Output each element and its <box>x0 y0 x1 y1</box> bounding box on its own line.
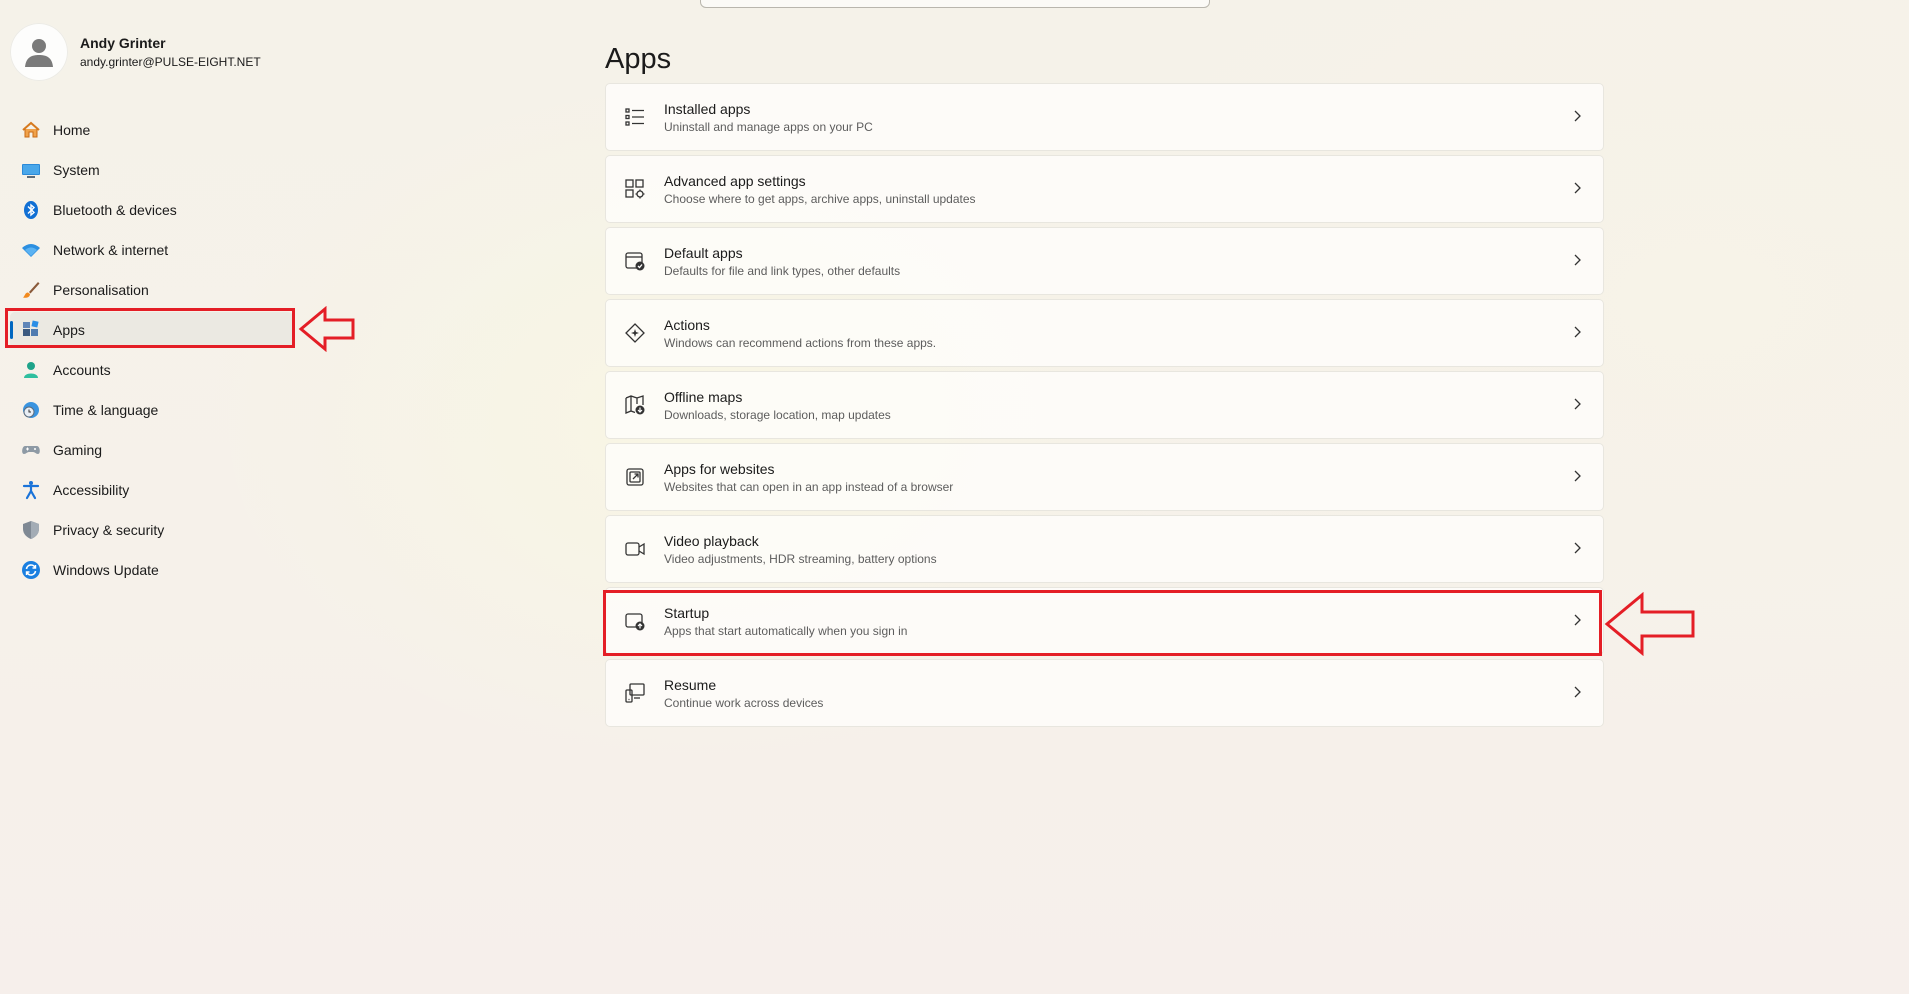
display-icon <box>20 159 42 181</box>
startup-card[interactable]: Startup Apps that start automatically wh… <box>605 587 1604 655</box>
sidebar-item-label: Privacy & security <box>53 522 165 538</box>
installed-apps-card[interactable]: Installed apps Uninstall and manage apps… <box>605 83 1604 151</box>
card-title: Apps for websites <box>664 460 775 477</box>
settings-list: Installed apps Uninstall and manage apps… <box>605 83 1604 731</box>
accessibility-icon <box>20 479 42 501</box>
annotation-arrow-icon <box>1604 592 1695 656</box>
sidebar-item-label: Personalisation <box>53 282 149 298</box>
gamepad-icon <box>20 439 42 461</box>
card-subtitle: Defaults for file and link types, other … <box>664 263 901 278</box>
advanced-app-settings-card[interactable]: Advanced app settings Choose where to ge… <box>605 155 1604 223</box>
sidebar-item-label: Bluetooth & devices <box>53 202 177 218</box>
card-title: Video playback <box>664 532 759 549</box>
card-title: Resume <box>664 676 717 693</box>
page-title: Apps <box>605 43 672 76</box>
chevron-right-icon <box>1574 542 1581 554</box>
sidebar-item-apps[interactable]: Apps <box>10 312 293 348</box>
list-icon <box>623 105 647 129</box>
wifi-icon <box>20 239 42 261</box>
chevron-right-icon <box>1574 686 1581 698</box>
sidebar-item-accessibility[interactable]: Accessibility <box>10 472 293 508</box>
card-title: Advanced app settings <box>664 172 806 189</box>
person-icon <box>20 359 42 381</box>
card-title: Default apps <box>664 244 743 261</box>
sidebar-item-label: Gaming <box>53 442 103 458</box>
chevron-right-icon <box>1574 182 1581 194</box>
apps-for-websites-card[interactable]: Apps for websites Websites that can open… <box>605 443 1604 511</box>
resume-card[interactable]: Resume Continue work across devices <box>605 659 1604 727</box>
card-title: Offline maps <box>664 388 743 405</box>
sidebar-item-home[interactable]: Home <box>10 112 293 148</box>
startup-icon <box>623 609 647 633</box>
open-in-app-icon <box>623 465 647 489</box>
app-settings-icon <box>623 177 647 201</box>
search-box-edge[interactable] <box>700 0 1210 8</box>
default-apps-icon <box>623 249 647 273</box>
user-profile[interactable]: Andy Grinter andy.grinter@PULSE-EIGHT.NE… <box>10 23 261 81</box>
card-subtitle: Windows can recommend actions from these… <box>664 335 937 350</box>
sidebar-item-label: System <box>53 162 100 178</box>
card-subtitle: Apps that start automatically when you s… <box>664 623 908 638</box>
chevron-right-icon <box>1574 614 1581 626</box>
profile-name: Andy Grinter <box>80 35 166 51</box>
card-title: Installed apps <box>664 100 751 117</box>
map-icon <box>623 393 647 417</box>
sidebar-item-system[interactable]: System <box>10 152 293 188</box>
actions-icon <box>623 321 647 345</box>
sidebar-item-label: Accessibility <box>53 482 130 498</box>
sidebar-item-label: Windows Update <box>53 562 159 578</box>
sidebar-item-personalisation[interactable]: Personalisation <box>10 272 293 308</box>
card-subtitle: Choose where to get apps, archive apps, … <box>664 191 976 206</box>
sidebar-item-gaming[interactable]: Gaming <box>10 432 293 468</box>
chevron-right-icon <box>1574 110 1581 122</box>
sidebar-item-label: Accounts <box>53 362 111 378</box>
apps-icon <box>20 319 42 341</box>
video-playback-card[interactable]: Video playback Video adjustments, HDR st… <box>605 515 1604 583</box>
sidebar-item-windows-update[interactable]: Windows Update <box>10 552 293 588</box>
chevron-right-icon <box>1574 254 1581 266</box>
sidebar-item-network[interactable]: Network & internet <box>10 232 293 268</box>
offline-maps-card[interactable]: Offline maps Downloads, storage location… <box>605 371 1604 439</box>
sidebar-item-label: Time & language <box>53 402 159 418</box>
chevron-right-icon <box>1574 470 1581 482</box>
sidebar-item-label: Apps <box>53 322 85 338</box>
annotation-arrow-icon <box>298 306 355 352</box>
sidebar-item-privacy[interactable]: Privacy & security <box>10 512 293 548</box>
update-icon <box>20 559 42 581</box>
sidebar-item-label: Network & internet <box>53 242 169 258</box>
sidebar-item-accounts[interactable]: Accounts <box>10 352 293 388</box>
clock-globe-icon <box>20 399 42 421</box>
card-subtitle: Websites that can open in an app instead… <box>664 479 954 494</box>
brush-icon <box>20 279 42 301</box>
card-subtitle: Downloads, storage location, map updates <box>664 407 891 422</box>
sidebar-nav: Home System Bluetooth & devices Network … <box>10 112 293 592</box>
chevron-right-icon <box>1574 398 1581 410</box>
chevron-right-icon <box>1574 326 1581 338</box>
user-icon <box>10 23 68 81</box>
default-apps-card[interactable]: Default apps Defaults for file and link … <box>605 227 1604 295</box>
sidebar-item-bluetooth[interactable]: Bluetooth & devices <box>10 192 293 228</box>
card-subtitle: Continue work across devices <box>664 695 824 710</box>
home-icon <box>20 119 42 141</box>
bluetooth-icon <box>20 199 42 221</box>
profile-email: andy.grinter@PULSE-EIGHT.NET <box>80 55 261 69</box>
card-subtitle: Uninstall and manage apps on your PC <box>664 119 873 134</box>
resume-icon <box>623 681 647 705</box>
card-title: Startup <box>664 604 710 621</box>
video-icon <box>623 537 647 561</box>
card-subtitle: Video adjustments, HDR streaming, batter… <box>664 551 937 566</box>
sidebar-item-time-language[interactable]: Time & language <box>10 392 293 428</box>
card-title: Actions <box>664 316 710 333</box>
sidebar-item-label: Home <box>53 122 91 138</box>
shield-icon <box>20 519 42 541</box>
actions-card[interactable]: Actions Windows can recommend actions fr… <box>605 299 1604 367</box>
